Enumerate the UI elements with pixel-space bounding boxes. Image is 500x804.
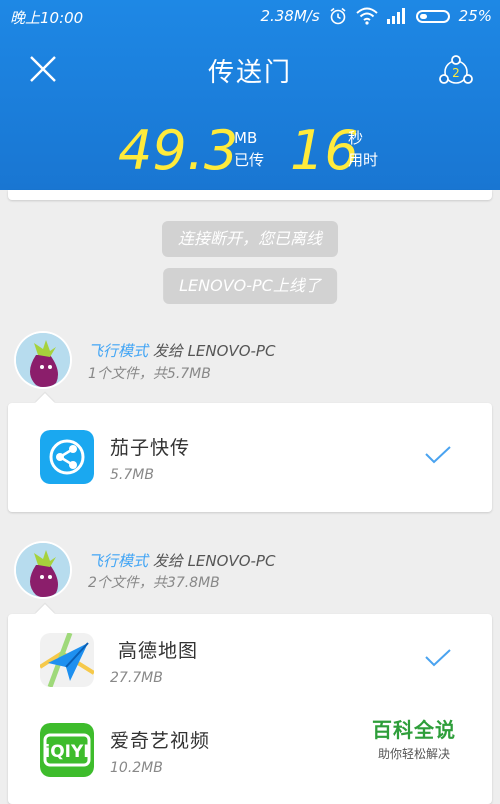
checkmark-icon (425, 649, 451, 667)
elapsed-unit: 秒 (348, 129, 364, 147)
network-speed: 2.38M/s (260, 7, 320, 25)
file-name: 爱奇艺视频 (110, 730, 211, 752)
transfer-card: 茄子快传 5.7MB (8, 393, 492, 512)
status-right: 2.38M/s 25% (260, 7, 492, 25)
sender-name[interactable]: 飞行模式 (88, 552, 148, 570)
transferred-unit: MB (234, 129, 258, 147)
avatar[interactable] (16, 543, 70, 597)
transfer-header: 飞行模式 发给 LENOVO-PC (88, 550, 275, 571)
eggplant-avatar-icon (16, 333, 70, 387)
transfer-feed[interactable]: 连接断开，您已离线 LENOVO-PC上线了 飞行模式 发给 LENOVO-PC… (0, 190, 500, 804)
battery-icon (415, 9, 450, 23)
amap-app-icon (40, 633, 94, 687)
shareit-app-icon (40, 430, 94, 484)
title-bar: 传送门 2 (0, 40, 500, 100)
checkmark-icon (425, 446, 451, 464)
sender-name[interactable]: 飞行模式 (88, 342, 148, 360)
file-item[interactable]: 茄子快传 5.7MB (8, 405, 492, 509)
file-item[interactable]: 高德地图 27.7MB (8, 608, 492, 712)
transfer-summary: 1个文件，共5.7MB (88, 366, 211, 382)
transferred-value: 49.3 (118, 119, 239, 182)
eggplant-avatar-icon (16, 543, 70, 597)
share-badge: 2 (452, 66, 460, 80)
watermark-subtitle: 助你轻松解决 (377, 747, 450, 761)
alarm-icon (330, 7, 346, 25)
transfer-stats: 49.3 MB 已传 16 秒 用时 (0, 122, 500, 182)
transfer-target: 发给 LENOVO-PC (152, 552, 276, 570)
iqiyi-app-icon: iQIYI (40, 723, 94, 777)
file-size: 27.7MB (110, 670, 163, 686)
notice-online: LENOVO-PC上线了 (163, 268, 337, 304)
svg-text:iQIYI: iQIYI (44, 742, 89, 762)
file-size: 10.2MB (110, 760, 163, 776)
previous-card-edge (8, 190, 492, 200)
notice-disconnected: 连接断开，您已离线 (161, 221, 339, 257)
status-bar: 晚上10:00 2.38M/s 25% (0, 0, 500, 34)
signal-icon (386, 8, 405, 24)
watermark: 百科全说 助你轻松解决 (372, 714, 456, 762)
share-network-icon: 2 (439, 55, 473, 84)
elapsed-label: 用时 (348, 151, 379, 169)
status-time: 晚上10:00 (10, 9, 84, 27)
watermark-title: 百科全说 (372, 718, 456, 742)
transferred-label: 已传 (234, 151, 265, 169)
header: 晚上10:00 2.38M/s 25% 传送门 2 49.3 MB 已传 16 … (0, 0, 500, 190)
file-size: 5.7MB (110, 467, 154, 483)
transfer-header: 飞行模式 发给 LENOVO-PC (88, 340, 275, 361)
transfer-card: 高德地图 27.7MB iQIYI 爱奇艺视频 10.2MB (8, 604, 492, 804)
avatar[interactable] (16, 333, 70, 387)
share-button[interactable]: 2 (438, 54, 474, 90)
transfer-target: 发给 LENOVO-PC (152, 342, 276, 360)
file-name: 茄子快传 (110, 437, 191, 459)
page-title: 传送门 (207, 58, 292, 88)
file-name: 高德地图 (118, 640, 199, 662)
battery-level: 25% (458, 7, 492, 25)
wifi-icon (355, 7, 378, 25)
transfer-summary: 2个文件，共37.8MB (88, 575, 220, 591)
